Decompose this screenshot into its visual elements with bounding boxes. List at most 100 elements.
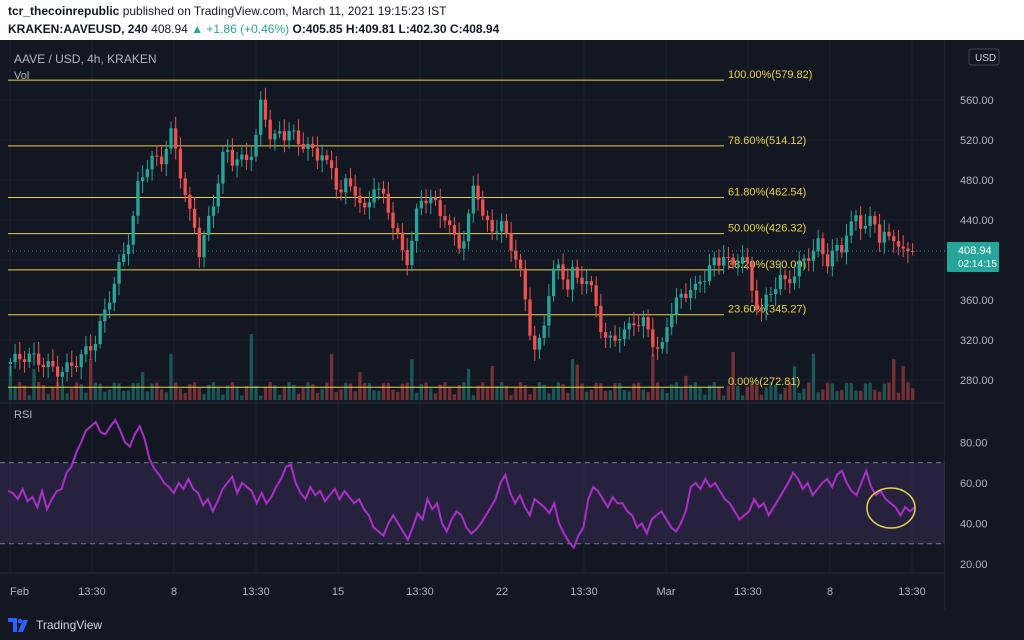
candle-body: [500, 220, 504, 232]
volume-bar: [863, 383, 868, 400]
volume-bar: [192, 382, 197, 400]
chart-footer: TradingView: [0, 610, 1024, 640]
volume-bar: [485, 386, 490, 400]
symbol-line: KRAKEN:AAVEUSD, 240: [8, 22, 148, 36]
candle-body: [892, 236, 896, 242]
volume-bar: [448, 387, 452, 400]
candle-body: [448, 220, 452, 226]
candle-body: [674, 297, 679, 315]
rsi-tick-label: 80.00: [960, 437, 988, 449]
candle-body: [353, 186, 357, 196]
candle-body: [301, 143, 305, 149]
volume-bar: [339, 389, 343, 400]
candle-body: [107, 302, 112, 310]
candle-body: [830, 250, 834, 267]
volume-bar: [566, 392, 570, 400]
candle-body: [268, 119, 272, 140]
candle-body: [140, 177, 145, 182]
candle-body: [481, 199, 485, 216]
candle-body: [703, 281, 707, 283]
candle-body: [131, 215, 135, 245]
volume-bar: [315, 393, 320, 400]
symbol-info: KRAKEN:AAVEUSD, 240 408.94 ▲ +1.86 (+0.4…: [8, 22, 499, 36]
candle-body: [211, 206, 216, 216]
candle-body: [372, 189, 376, 203]
candle-body: [731, 257, 735, 265]
volume-bar: [202, 393, 206, 400]
volume-bar: [396, 391, 400, 400]
candle-body: [65, 362, 69, 373]
candle-body: [547, 296, 551, 326]
candle-body: [221, 151, 225, 184]
volume-bar: [329, 353, 334, 400]
volume-bar: [164, 392, 168, 400]
candle-body: [197, 227, 201, 258]
volume-bar: [698, 387, 702, 400]
candle-body: [877, 224, 882, 243]
volume-bar: [646, 392, 650, 400]
volume-bar: [835, 391, 839, 400]
volume-bar: [363, 382, 367, 400]
volume-bar: [849, 383, 853, 400]
volume-bar: [712, 382, 716, 400]
volume-bar: [277, 394, 282, 400]
candle-body: [750, 262, 754, 291]
chart-svg[interactable]: 100.00%(579.82) 78.60%(514.12) 61.80%(462.…: [0, 40, 1024, 610]
volume-bar: [892, 359, 896, 400]
volume-bar: [419, 384, 423, 400]
candle-body: [103, 309, 107, 322]
ohlc-values: O:405.85 H:409.81 L:402.30 C:408.94: [292, 22, 500, 36]
volume-bar: [103, 391, 107, 400]
candle-body: [906, 248, 910, 252]
candle-body: [603, 332, 608, 338]
time-tick-label: 15: [332, 586, 344, 598]
volume-bar: [159, 389, 164, 400]
candle-body: [51, 361, 55, 367]
volume-bar: [759, 394, 764, 400]
price-tick-label: 320.00: [960, 335, 994, 347]
candle-body: [429, 197, 433, 204]
candle-body: [523, 268, 527, 300]
candle-body: [471, 185, 475, 214]
published-text: published on TradingView.com, March 11, …: [122, 4, 447, 18]
chart-title: AAVE / USD, 4h, KRAKEN: [14, 52, 157, 66]
volume-bar: [877, 391, 882, 400]
volume-bar: [859, 390, 863, 400]
volume-bar: [391, 389, 395, 400]
volume-bar: [414, 392, 419, 400]
volume-bar: [27, 395, 31, 400]
candle-body: [155, 155, 159, 157]
volume-bar: [13, 386, 17, 400]
candle-body: [244, 154, 249, 161]
volume-bar: [551, 388, 556, 400]
time-tick-label: 13:30: [898, 586, 926, 598]
volume-bar: [481, 382, 485, 400]
volume-bar: [126, 390, 131, 400]
time-tick-label: 22: [496, 586, 508, 598]
candle-body: [651, 329, 655, 348]
candle-body: [41, 364, 46, 368]
volume-bar: [495, 386, 499, 400]
volume-bar: [353, 391, 357, 400]
candle-body: [391, 212, 395, 229]
volume-bar: [660, 388, 664, 400]
tradingview-logo[interactable]: TradingView: [8, 616, 102, 634]
volume-bar: [221, 394, 225, 400]
chart-area[interactable]: 100.00%(579.82) 78.60%(514.12) 61.80%(462.…: [0, 40, 1024, 610]
candle-body: [665, 327, 669, 343]
candle-body: [226, 149, 230, 152]
volume-bar: [367, 383, 372, 400]
candle-body: [764, 294, 768, 311]
volume-bar: [259, 395, 263, 400]
publisher-name[interactable]: tcr_thecoinrepublic: [8, 4, 119, 18]
candle-body: [717, 257, 721, 266]
candle-body: [490, 220, 494, 232]
candle-body: [684, 293, 688, 299]
candle-body: [13, 353, 17, 362]
volume-bar: [405, 382, 409, 400]
price-tick-label: 280.00: [960, 375, 994, 387]
candle-body: [419, 200, 423, 209]
candle-body: [282, 131, 287, 141]
volume-bar: [249, 334, 253, 400]
candle-body: [37, 353, 41, 365]
